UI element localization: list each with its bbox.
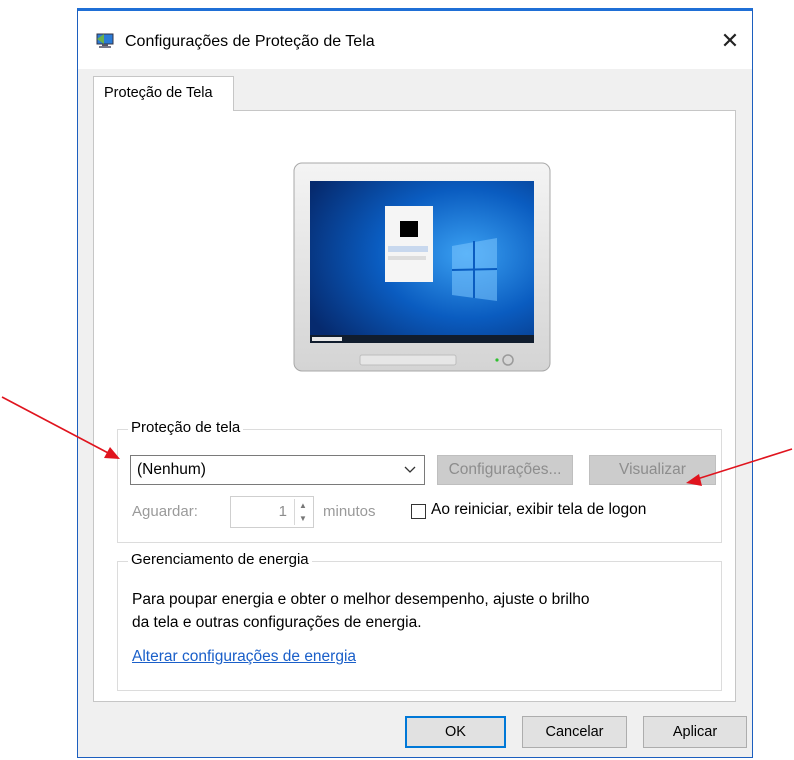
logon-checkbox[interactable] bbox=[411, 504, 426, 519]
ok-button[interactable]: OK bbox=[405, 716, 506, 748]
logon-checkbox-label[interactable]: Ao reiniciar, exibir tela de logon bbox=[431, 501, 646, 519]
dialog-window: Configurações de Proteção de Tela ✕ Prot… bbox=[77, 8, 753, 758]
screensaver-select[interactable]: (Nenhum) bbox=[130, 455, 425, 485]
stepper-up-icon[interactable]: ▲ bbox=[295, 499, 311, 512]
close-icon[interactable]: ✕ bbox=[716, 27, 744, 55]
settings-button[interactable]: Configurações... bbox=[437, 455, 573, 485]
wait-minutes-stepper[interactable]: 1 ▲ ▼ bbox=[230, 496, 314, 528]
power-management-group: Gerenciamento de energia Para poupar ene… bbox=[117, 551, 722, 691]
tab-protecao-de-tela[interactable]: Proteção de Tela bbox=[93, 76, 234, 111]
power-group-label: Gerenciamento de energia bbox=[128, 551, 312, 568]
tab-panel: Proteção de tela (Nenhum) Configurações.… bbox=[93, 110, 736, 702]
screensaver-group-label: Proteção de tela bbox=[128, 419, 244, 436]
power-description: Para poupar energia e obter o melhor des… bbox=[132, 588, 692, 634]
tab-label: Proteção de Tela bbox=[104, 85, 213, 101]
wait-minutes-value: 1 bbox=[278, 503, 287, 520]
screensaver-select-value: (Nenhum) bbox=[137, 461, 206, 478]
screensaver-group: Proteção de tela (Nenhum) Configurações.… bbox=[117, 419, 722, 543]
power-description-line1: Para poupar energia e obter o melhor des… bbox=[132, 591, 590, 608]
monitor-preview-image bbox=[293, 162, 551, 372]
cancel-button[interactable]: Cancelar bbox=[522, 716, 627, 748]
stepper-arrows[interactable]: ▲ ▼ bbox=[294, 499, 311, 525]
apply-button[interactable]: Aplicar bbox=[643, 716, 747, 748]
title-bar[interactable]: Configurações de Proteção de Tela ✕ bbox=[78, 11, 752, 69]
chevron-down-icon bbox=[404, 466, 416, 473]
power-description-line2: da tela e outras configurações de energi… bbox=[132, 614, 422, 631]
minutes-label: minutos bbox=[323, 503, 376, 520]
change-power-settings-link[interactable]: Alterar configurações de energia bbox=[132, 648, 356, 666]
wait-label: Aguardar: bbox=[132, 503, 198, 520]
stepper-down-icon[interactable]: ▼ bbox=[295, 512, 311, 525]
preview-button[interactable]: Visualizar bbox=[589, 455, 716, 485]
window-title: Configurações de Proteção de Tela bbox=[125, 33, 375, 50]
screen-saver-app-icon bbox=[96, 33, 114, 48]
